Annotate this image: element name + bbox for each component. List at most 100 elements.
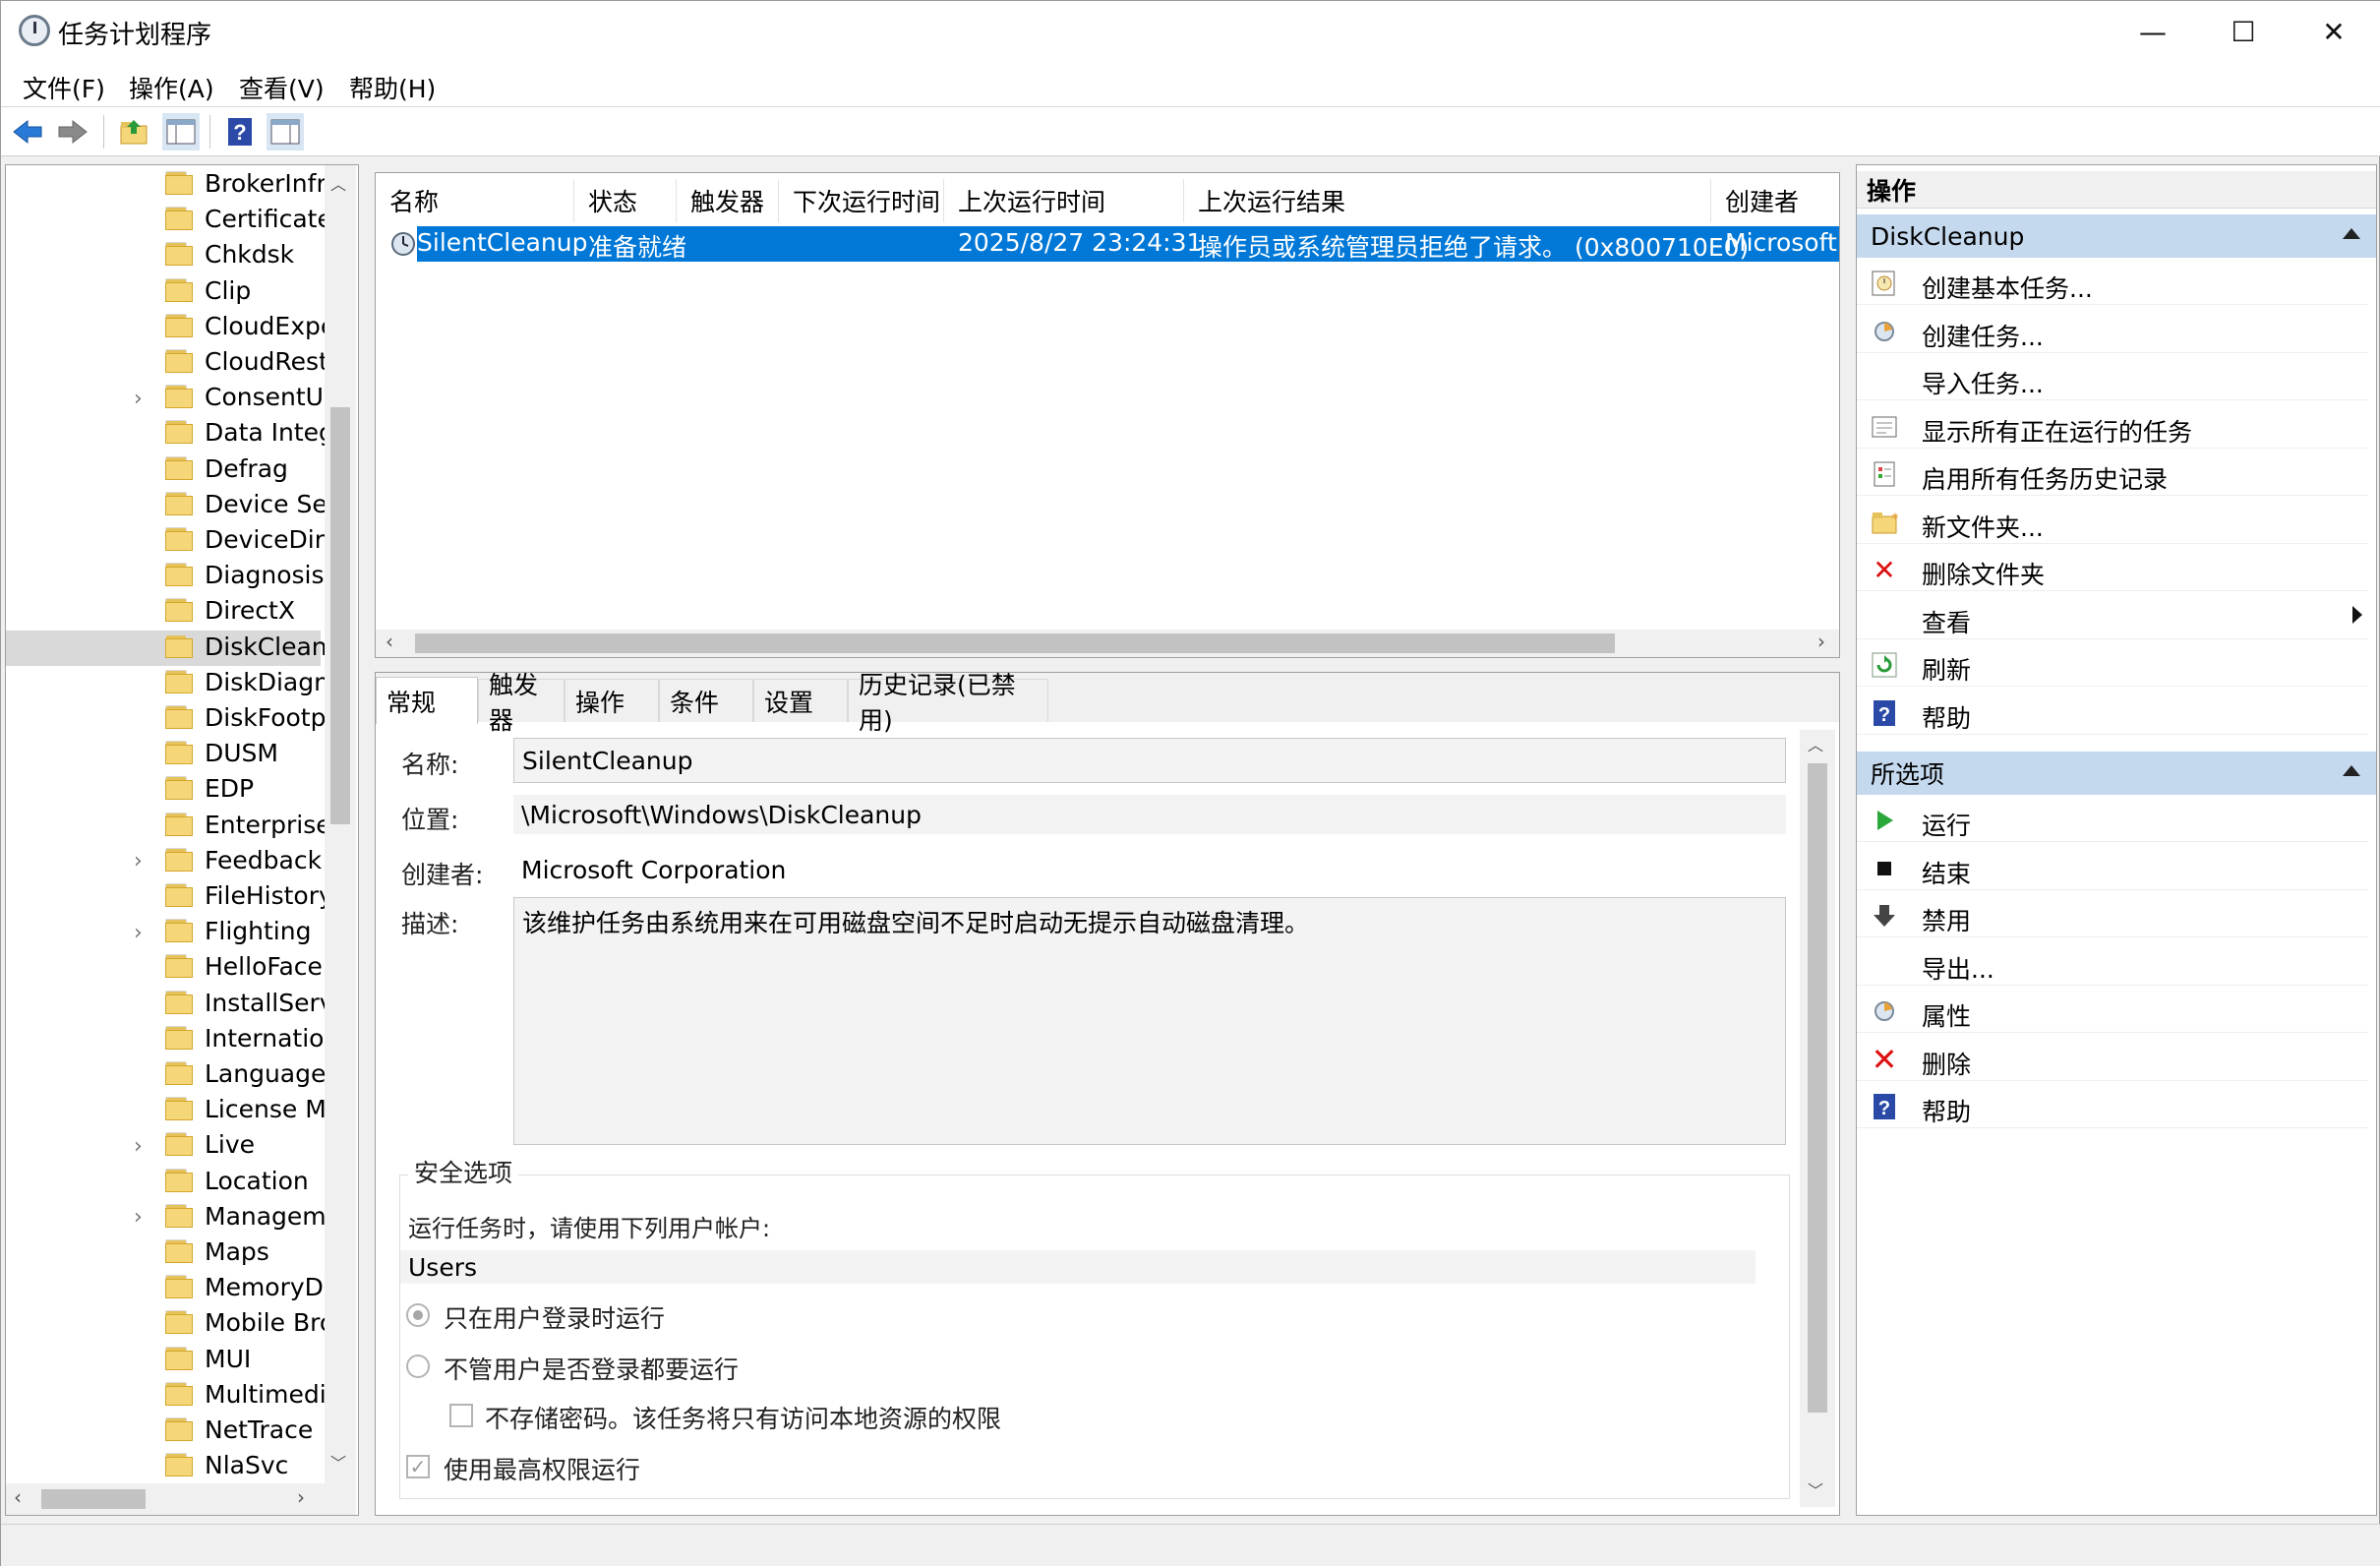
- tree-item[interactable]: › Live: [6, 1128, 321, 1164]
- action-item[interactable]: 刷新: [1857, 643, 2368, 687]
- tab-history[interactable]: 历史记录(已禁用): [848, 673, 1048, 735]
- user-account-field[interactable]: Users: [400, 1250, 1755, 1284]
- tree-item[interactable]: Maps: [6, 1235, 321, 1271]
- tree-item[interactable]: EnterpriseM: [6, 809, 352, 844]
- expand-arrow-icon[interactable]: ›: [134, 921, 153, 945]
- action-item[interactable]: 禁用: [1857, 894, 2368, 937]
- action-item[interactable]: ? 帮助: [1857, 1085, 2368, 1128]
- tree-vertical-scrollbar[interactable]: ︿ ﹀: [325, 165, 356, 1483]
- scroll-up-icon[interactable]: ︿: [330, 171, 346, 195]
- maximize-button[interactable]: ☐: [2198, 1, 2289, 62]
- action-item[interactable]: 运行: [1857, 799, 2368, 842]
- tree-item[interactable]: › Manageme: [6, 1200, 341, 1235]
- tree-item[interactable]: BrokerInfra: [6, 167, 341, 203]
- action-item[interactable]: 结束: [1857, 847, 2368, 890]
- expand-arrow-icon[interactable]: ›: [134, 849, 153, 873]
- minimize-button[interactable]: —: [2108, 1, 2198, 62]
- tree-scroll-thumb[interactable]: [330, 407, 350, 824]
- menu-view[interactable]: 查看(V): [235, 68, 328, 107]
- column-trigger[interactable]: 触发器: [677, 179, 779, 222]
- tree-item[interactable]: › Feedback: [6, 844, 322, 879]
- expand-arrow-icon[interactable]: ›: [134, 1205, 153, 1230]
- tree-item[interactable]: Diagnosis: [6, 559, 325, 594]
- description-field[interactable]: 该维护任务由系统用来在可用磁盘空间不足时启动无提示自动磁盘清理。: [513, 897, 1786, 1145]
- show-hide-action-pane-icon[interactable]: [267, 113, 304, 151]
- tree-item[interactable]: MUI: [6, 1343, 321, 1378]
- tab-triggers[interactable]: 触发器: [478, 673, 565, 735]
- radio-run-logged-on[interactable]: [406, 1303, 430, 1327]
- close-button[interactable]: ✕: [2289, 1, 2379, 62]
- collapse-caret-icon[interactable]: [2343, 765, 2360, 776]
- radio-run-always[interactable]: [406, 1355, 430, 1378]
- forward-arrow-icon[interactable]: [54, 113, 91, 151]
- action-item[interactable]: 查看: [1857, 596, 2368, 639]
- action-item[interactable]: 创建基本任务...: [1857, 262, 2368, 305]
- tab-general[interactable]: 常规: [376, 677, 478, 724]
- tree-item[interactable]: CloudExper: [6, 310, 346, 345]
- tree-item[interactable]: License Ma: [6, 1093, 341, 1128]
- tree-item[interactable]: NetTrace: [6, 1414, 321, 1449]
- tree-item[interactable]: Chkdsk: [6, 238, 321, 273]
- detail-scroll-thumb[interactable]: [1808, 763, 1827, 1413]
- highest-privileges-checkbox[interactable]: ✓: [406, 1455, 430, 1478]
- tree-item[interactable]: › ConsentUX: [6, 381, 340, 416]
- tree-item[interactable]: Defrag: [6, 452, 321, 488]
- column-status[interactable]: 状态: [574, 179, 677, 222]
- scroll-left-icon[interactable]: ‹: [386, 630, 393, 653]
- expand-arrow-icon[interactable]: ›: [134, 1134, 153, 1159]
- tree-item[interactable]: Mobile Bro: [6, 1306, 334, 1342]
- tree-item[interactable]: DirectX: [6, 594, 321, 630]
- tree-item[interactable]: DiskDiagnc: [6, 666, 343, 701]
- tree-item[interactable]: EDP: [6, 772, 321, 808]
- tree-item[interactable]: CloudResto: [6, 345, 343, 381]
- scroll-down-icon[interactable]: ﹀: [1808, 1477, 1823, 1501]
- action-item[interactable]: 启用所有任务历史记录: [1857, 452, 2368, 496]
- show-hide-console-tree-icon[interactable]: [162, 113, 200, 151]
- scroll-right-icon[interactable]: ›: [297, 1485, 305, 1509]
- action-item[interactable]: 创建任务...: [1857, 310, 2368, 353]
- back-arrow-icon[interactable]: [9, 113, 46, 151]
- tree-item[interactable]: DUSM: [6, 737, 321, 772]
- tree-item[interactable]: DiskCleanu: [6, 630, 343, 666]
- tree-item[interactable]: Location: [6, 1165, 321, 1200]
- tree-item[interactable]: InstallServi: [6, 987, 341, 1022]
- tree-item[interactable]: Clip: [6, 274, 321, 310]
- tree-item[interactable]: HelloFace: [6, 950, 323, 986]
- actions-section-diskcleanup[interactable]: DiskCleanup: [1857, 214, 2376, 258]
- column-last-run[interactable]: 上次运行时间: [944, 179, 1184, 222]
- menu-help[interactable]: 帮助(H): [345, 68, 440, 107]
- expand-arrow-icon[interactable]: ›: [134, 387, 153, 411]
- task-list[interactable]: 名称 状态 触发器 下次运行时间 上次运行时间 上次运行结果 创建者 Silen…: [375, 172, 1840, 658]
- tree-item[interactable]: Device Set: [6, 488, 337, 523]
- location-field[interactable]: \Microsoft\Windows\DiskCleanup: [513, 795, 1786, 834]
- action-item[interactable]: ✕ 删除: [1857, 1038, 2368, 1081]
- action-item[interactable]: 导入任务...: [1857, 357, 2368, 400]
- scroll-left-icon[interactable]: ‹: [14, 1485, 22, 1509]
- tree-item[interactable]: CertificateS: [6, 203, 348, 238]
- column-author[interactable]: 创建者: [1711, 179, 1839, 222]
- collapse-caret-icon[interactable]: [2343, 228, 2360, 239]
- tree-item[interactable]: FileHistory: [6, 879, 333, 915]
- scroll-up-icon[interactable]: ︿: [1808, 732, 1823, 755]
- task-list-horizontal-scrollbar[interactable]: ‹ ›: [376, 630, 1839, 657]
- name-field[interactable]: SilentCleanup: [513, 738, 1786, 783]
- tree-item[interactable]: NlaSvc: [6, 1449, 321, 1484]
- author-field[interactable]: Microsoft Corporation: [513, 850, 1786, 889]
- table-row[interactable]: SilentCleanup 准备就绪 2025/8/27 23:24:31 操作…: [417, 226, 1839, 262]
- action-item[interactable]: 显示所有正在运行的任务: [1857, 405, 2368, 449]
- up-folder-icon[interactable]: [115, 113, 152, 151]
- actions-section-selected[interactable]: 所选项: [1857, 752, 2376, 795]
- help-icon[interactable]: ?: [221, 113, 259, 151]
- tab-settings[interactable]: 设置: [753, 679, 848, 722]
- action-item[interactable]: ✕ 删除文件夹: [1857, 548, 2368, 591]
- task-list-hscroll-thumb[interactable]: [415, 633, 1615, 653]
- console-tree[interactable]: BrokerInfra CertificateS Chkdsk Clip CloudEx…: [5, 164, 359, 1516]
- tree-item[interactable]: DeviceDire: [6, 523, 339, 559]
- column-name[interactable]: 名称: [376, 179, 574, 222]
- scroll-right-icon[interactable]: ›: [1817, 630, 1825, 653]
- menu-action[interactable]: 操作(A): [125, 68, 218, 107]
- action-item[interactable]: 属性: [1857, 990, 2368, 1033]
- tree-item[interactable]: Internation.: [6, 1022, 347, 1057]
- action-item[interactable]: ✶ 新文件夹...: [1857, 501, 2368, 544]
- tree-item[interactable]: Multimedia: [6, 1378, 341, 1414]
